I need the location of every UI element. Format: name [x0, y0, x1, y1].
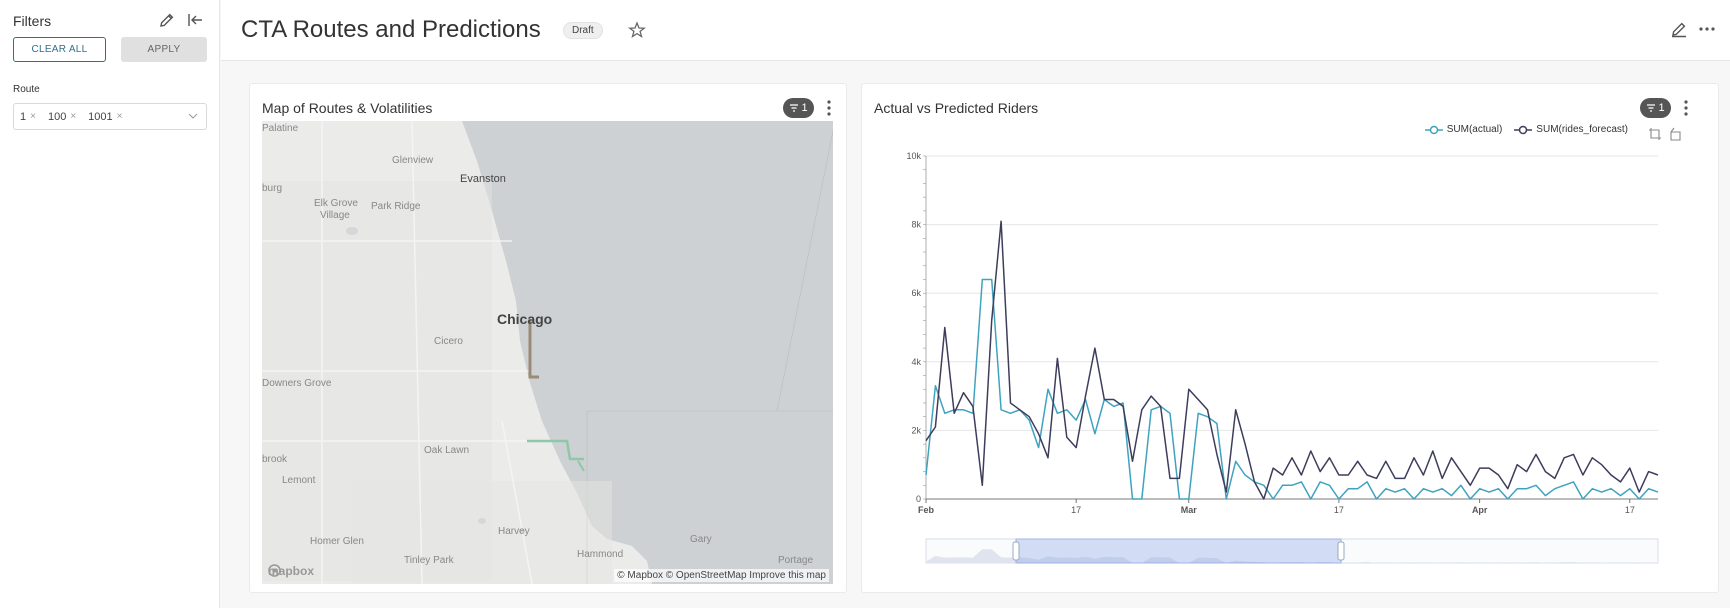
x-tick-label: 17	[1334, 505, 1344, 515]
route-tag-label: 1	[20, 110, 27, 123]
clear-all-button[interactable]: CLEAR ALL	[13, 37, 106, 62]
map-chart-card: Map of Routes & Volatilities 1 Palatine …	[249, 83, 847, 593]
x-tick-label: Apr	[1472, 505, 1488, 515]
map-label: Evanston	[460, 173, 506, 185]
applied-filters-badge[interactable]: 1	[783, 98, 814, 118]
map-label: Elk Grove	[314, 198, 358, 209]
mapbox-logo-icon	[268, 564, 281, 577]
x-tick-label: Feb	[918, 505, 935, 515]
filters-title: Filters	[13, 13, 52, 29]
edit-dashboard-icon[interactable]	[1670, 20, 1688, 38]
chevron-down-icon[interactable]	[188, 111, 198, 121]
map-label: Homer Glen	[310, 536, 364, 547]
data-zoom-handle-left[interactable]	[1012, 541, 1020, 561]
map-label: brook	[262, 454, 288, 465]
route-tag-label: 1001	[88, 110, 113, 123]
filters-sidebar: Filters CLEAR ALL APPLY Route 1 × 100 × 10…	[0, 0, 220, 608]
collapse-sidebar-icon[interactable]	[185, 10, 205, 30]
map-label: Gary	[690, 534, 712, 545]
map-label: Downers Grove	[262, 378, 332, 389]
card-menu-icon[interactable]	[824, 98, 834, 118]
map-label: Chicago	[497, 311, 553, 327]
map-label: Village	[320, 210, 350, 221]
y-tick-label: 10k	[906, 151, 921, 161]
route-select[interactable]: 1 × 100 × 1001 ×	[13, 103, 207, 130]
map-label: Hammond	[577, 549, 624, 560]
map-label: Harvey	[498, 526, 530, 537]
apply-button[interactable]: APPLY	[121, 37, 207, 62]
favorite-star-icon[interactable]	[628, 21, 646, 39]
map-label: Park Ridge	[371, 201, 421, 212]
data-zoom-window[interactable]	[1015, 538, 1342, 564]
data-zoom-handle-right[interactable]	[1337, 541, 1345, 561]
x-tick-label: 17	[1071, 505, 1081, 515]
y-tick-label: 0	[916, 494, 921, 504]
map-label: Cicero	[434, 336, 463, 347]
remove-tag-icon[interactable]: ×	[30, 111, 36, 122]
route-tag[interactable]: 100 ×	[48, 111, 76, 123]
mapbox-logo[interactable]: mapbox	[268, 564, 314, 578]
route-tag[interactable]: 1001 ×	[88, 111, 122, 123]
edit-filters-icon[interactable]	[157, 10, 177, 30]
filter-icon	[790, 104, 799, 112]
route-tag[interactable]: 1 ×	[20, 111, 36, 123]
map-label: Tinley Park	[404, 555, 454, 566]
dashboard-title: CTA Routes and Predictions	[241, 16, 541, 43]
series-line-forecast[interactable]	[925, 220, 1659, 500]
line-chart-card: Actual vs Predicted Riders 1 SUM(actual)…	[861, 83, 1719, 593]
y-tick-label: 6k	[911, 288, 921, 298]
series-line-actual[interactable]	[925, 278, 1659, 500]
map-label: burg	[262, 183, 283, 194]
map-basemap	[262, 121, 833, 584]
x-tick-label: 17	[1625, 505, 1635, 515]
map-label: Palatine	[262, 123, 299, 134]
map-label: Portage	[778, 555, 814, 566]
more-options-icon[interactable]	[1698, 20, 1716, 38]
route-tag-label: 100	[47, 110, 67, 123]
filter-count: 1	[801, 102, 808, 114]
map-attribution[interactable]: © Mapbox © OpenStreetMap Improve this ma…	[614, 569, 829, 582]
route-filter-label: Route	[13, 84, 40, 95]
map-label: Oak Lawn	[424, 445, 470, 456]
remove-tag-icon[interactable]: ×	[70, 111, 76, 122]
y-tick-label: 4k	[911, 357, 921, 367]
x-tick-label: Mar	[1181, 505, 1198, 515]
y-tick-label: 8k	[911, 220, 921, 230]
map-label: Glenview	[392, 155, 434, 166]
dashboard-header: CTA Routes and Predictions Draft	[221, 0, 1730, 61]
draft-badge: Draft	[563, 22, 603, 39]
map-card-title: Map of Routes & Volatilities	[262, 100, 433, 116]
map-label: Lemont	[282, 475, 316, 486]
remove-tag-icon[interactable]: ×	[117, 111, 123, 122]
line-chart[interactable]: 02k4k6k8k10kFeb17Mar17Apr17May17	[862, 84, 1720, 594]
map-canvas[interactable]: Palatine Glenview Evanston burg Elk Grov…	[262, 121, 833, 584]
y-tick-label: 2k	[911, 425, 921, 435]
